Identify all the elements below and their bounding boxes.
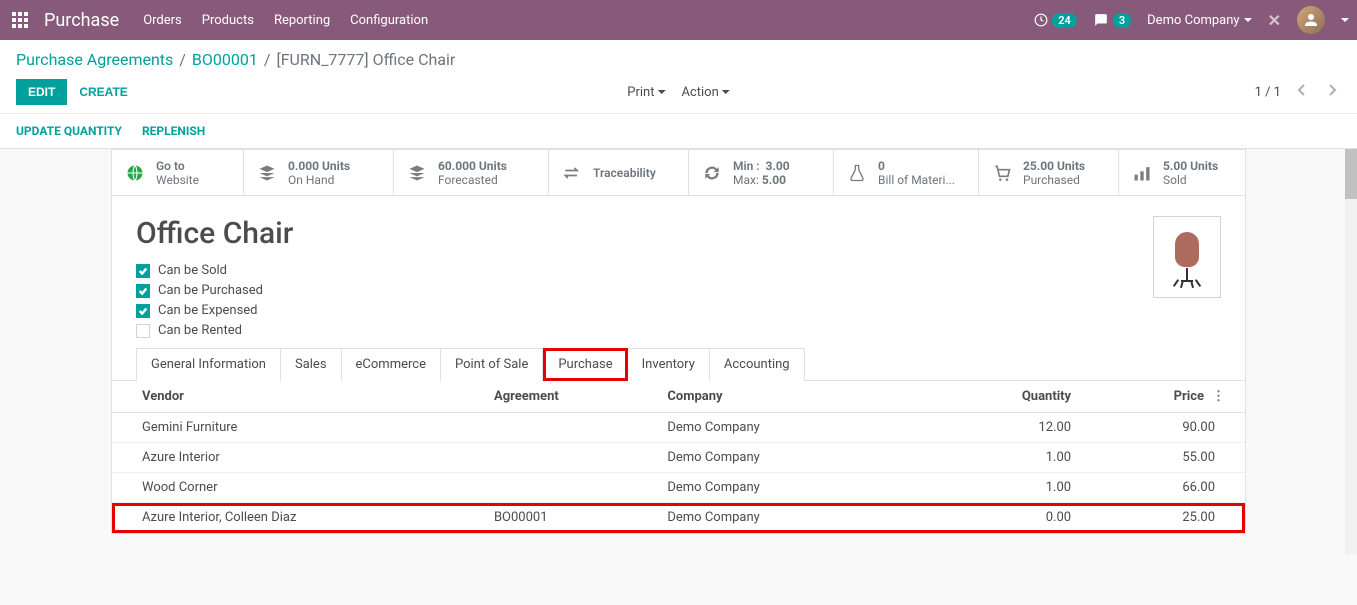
pager-text: 1 / 1: [1255, 85, 1281, 100]
nav-reporting[interactable]: Reporting: [274, 13, 330, 28]
th-company[interactable]: Company: [655, 381, 932, 413]
stat-bom[interactable]: 0Bill of Materi...: [834, 150, 979, 195]
stat-onhand[interactable]: 0.000 UnitsOn Hand: [244, 150, 394, 195]
bar-chart-icon: [1131, 162, 1153, 184]
tab-ecommerce[interactable]: eCommerce: [342, 348, 441, 381]
stat-website[interactable]: Go toWebsite: [112, 150, 244, 195]
debug-close-icon[interactable]: ✕: [1268, 11, 1281, 30]
breadcrumb-bo[interactable]: BO00001: [192, 50, 258, 69]
attr-can-be-expensed[interactable]: Can be Expensed: [136, 303, 293, 318]
th-quantity[interactable]: Quantity: [933, 381, 1083, 413]
edit-button[interactable]: EDIT: [16, 79, 67, 105]
caret-down-icon: [657, 90, 665, 94]
activity-badge: 24: [1052, 13, 1077, 28]
tab-point-of-sale[interactable]: Point of Sale: [441, 348, 543, 381]
tab-sales[interactable]: Sales: [281, 348, 342, 381]
globe-icon: [124, 162, 146, 184]
product-title: Office Chair: [136, 216, 293, 251]
scrollbar[interactable]: [1345, 149, 1357, 554]
checkbox-unchecked-icon: [136, 324, 150, 338]
update-quantity-button[interactable]: UPDATE QUANTITY: [16, 124, 122, 138]
table-row[interactable]: Azure Interior Demo Company 1.00 55.00: [112, 443, 1245, 473]
messages-indicator[interactable]: 3: [1093, 13, 1131, 28]
stat-minmax[interactable]: Min : 3.00 Max: 5.00: [689, 150, 834, 195]
company-name: Demo Company: [1147, 13, 1239, 28]
breadcrumb: Purchase Agreements / BO00001 / [FURN_77…: [16, 50, 1341, 69]
attr-can-be-rented[interactable]: Can be Rented: [136, 323, 293, 338]
app-brand[interactable]: Purchase: [44, 10, 119, 31]
caret-down-icon: [1244, 18, 1252, 22]
pager-next[interactable]: [1323, 79, 1341, 105]
th-agreement[interactable]: Agreement: [482, 381, 655, 413]
breadcrumb-sep: /: [264, 50, 271, 69]
th-vendor[interactable]: Vendor: [112, 381, 482, 413]
print-dropdown[interactable]: Print: [627, 85, 665, 100]
activity-indicator[interactable]: 24: [1034, 13, 1077, 28]
company-switcher[interactable]: Demo Company: [1147, 13, 1251, 28]
caret-down-icon: [722, 90, 730, 94]
refresh-icon: [701, 162, 723, 184]
checkbox-checked-icon: [136, 264, 150, 278]
nav-orders[interactable]: Orders: [143, 13, 182, 28]
table-row[interactable]: Azure Interior, Colleen Diaz BO00001 Dem…: [112, 503, 1245, 533]
tab-purchase[interactable]: Purchase: [543, 348, 627, 381]
cart-icon: [991, 162, 1013, 184]
stat-purchased[interactable]: 25.00 UnitsPurchased: [979, 150, 1119, 195]
attr-can-be-purchased[interactable]: Can be Purchased: [136, 283, 293, 298]
nav-products[interactable]: Products: [202, 13, 254, 28]
stat-sold[interactable]: 5.00 UnitsSold: [1119, 150, 1245, 195]
checkbox-checked-icon: [136, 304, 150, 318]
th-price[interactable]: Price⋮: [1083, 381, 1245, 413]
breadcrumb-sep: /: [179, 50, 186, 69]
stat-traceability[interactable]: Traceability: [549, 150, 689, 195]
table-row[interactable]: Gemini Furniture Demo Company 12.00 90.0…: [112, 413, 1245, 443]
tab-inventory[interactable]: Inventory: [628, 348, 710, 381]
user-avatar[interactable]: [1297, 6, 1325, 34]
create-button[interactable]: CREATE: [79, 85, 127, 99]
breadcrumb-agreements[interactable]: Purchase Agreements: [16, 50, 173, 69]
breadcrumb-current: [FURN_7777] Office Chair: [276, 50, 455, 69]
stat-forecast[interactable]: 60.000 UnitsForecasted: [394, 150, 549, 195]
table-row[interactable]: Wood Corner Demo Company 1.00 66.00: [112, 473, 1245, 503]
replenish-button[interactable]: REPLENISH: [142, 124, 205, 138]
pager-prev[interactable]: [1293, 79, 1311, 105]
boxes-icon: [406, 162, 428, 184]
product-image[interactable]: [1153, 216, 1221, 298]
user-menu-caret[interactable]: [1341, 18, 1349, 22]
tab-accounting[interactable]: Accounting: [710, 348, 805, 381]
chair-icon: [1167, 227, 1207, 287]
kebab-icon[interactable]: ⋮: [1204, 389, 1225, 404]
messages-badge: 3: [1113, 13, 1131, 28]
checkbox-checked-icon: [136, 284, 150, 298]
vendor-table: Vendor Agreement Company Quantity Price⋮…: [112, 381, 1245, 533]
flask-icon: [846, 162, 868, 184]
exchange-icon: [561, 162, 583, 184]
nav-configuration[interactable]: Configuration: [350, 13, 428, 28]
boxes-icon: [256, 162, 278, 184]
tab-general-information[interactable]: General Information: [136, 348, 281, 381]
apps-grid-icon[interactable]: [8, 8, 32, 32]
attr-can-be-sold[interactable]: Can be Sold: [136, 263, 293, 278]
action-dropdown[interactable]: Action: [681, 85, 729, 100]
